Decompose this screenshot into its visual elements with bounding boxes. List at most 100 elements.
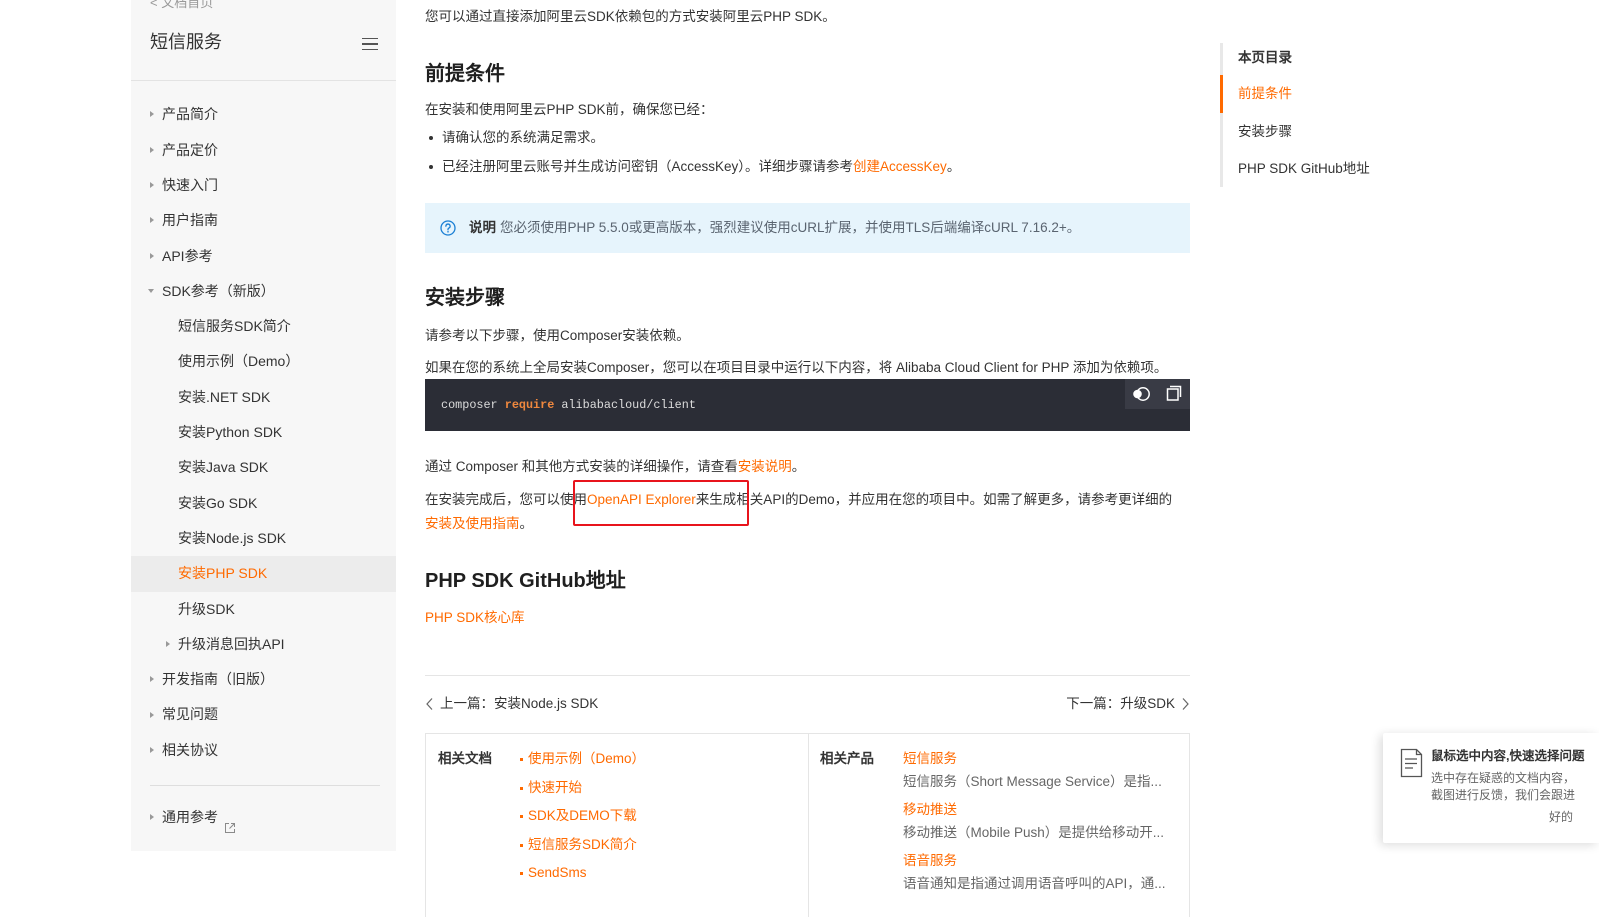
- bullet-dot: [429, 165, 433, 169]
- sidebar-item-go-sdk[interactable]: 安装Go SDK: [131, 486, 396, 521]
- sidebar-item-label: 快速入门: [162, 176, 218, 193]
- related-doc-link[interactable]: 短信服务SDK简介: [520, 835, 800, 855]
- related-product-desc: 短信服务（Short Message Service）是指...: [903, 774, 1162, 789]
- related-products-label: 相关产品: [820, 751, 874, 766]
- sidebar-item-general-reference[interactable]: 通用参考: [131, 800, 396, 835]
- sidebar-item-java-sdk[interactable]: 安装Java SDK: [131, 450, 396, 485]
- install-details-paragraph: 通过 Composer 和其他方式安装的详细操作，请查看安装说明。: [425, 457, 1190, 477]
- install-paragraph: 如果在您的系统上全局安装Composer，您可以在项目目录中运行以下内容，将 A…: [425, 360, 1168, 375]
- sidebar-item-pricing[interactable]: 产品定价: [131, 133, 396, 168]
- sidebar-item-api-reference[interactable]: API参考: [131, 239, 396, 274]
- question-circle-icon: [440, 220, 456, 236]
- paragraph-line: 安装及使用指南。: [425, 512, 1190, 536]
- github-link-line: PHP SDK核心库: [425, 608, 725, 628]
- toc-item-github[interactable]: PHP SDK GitHub地址: [1238, 159, 1438, 179]
- intro-paragraph: 您可以通过直接添加阿里云SDK依赖包的方式安装阿里云PHP SDK。: [425, 9, 836, 24]
- sidebar-item-dotnet-sdk[interactable]: 安装.NET SDK: [131, 380, 396, 415]
- prev-page-link[interactable]: 上一篇：安装Node.js SDK: [425, 694, 598, 714]
- caret-right-icon: [150, 746, 154, 753]
- sidebar-item-python-sdk[interactable]: 安装Python SDK: [131, 415, 396, 450]
- sidebar-item-label: 通用参考: [162, 809, 218, 826]
- square-bullet-icon: [520, 758, 523, 761]
- article: 您可以通过直接添加阿里云SDK依赖包的方式安装阿里云PHP SDK。 前提条件 …: [425, 0, 1190, 917]
- sidebar-item-demo[interactable]: 使用示例（Demo）: [131, 344, 396, 379]
- sidebar-item-label: 用户指南: [162, 212, 218, 229]
- next-page-link[interactable]: 下一篇：升级SDK: [1066, 694, 1190, 714]
- sidebar-item-label: 产品简介: [162, 106, 218, 123]
- sidebar-item-faq[interactable]: 常见问题: [131, 697, 396, 732]
- related-docs-label: 相关文档: [438, 751, 492, 766]
- sidebar-item-label: 安装.NET SDK: [178, 388, 271, 405]
- highlight-annotation: [573, 480, 749, 526]
- feedback-popup: 鼠标选中内容,快速选择问题 选中存在疑惑的文档内容， 截图进行反馈，我们会跟进 …: [1383, 733, 1599, 843]
- related-doc-link[interactable]: 快速开始: [520, 778, 800, 798]
- sidebar-item-agreements[interactable]: 相关协议: [131, 733, 396, 768]
- chevron-left-icon: [425, 697, 440, 711]
- paragraph-text: 。: [519, 516, 534, 531]
- sidebar-divider: [150, 785, 380, 786]
- sidebar-title: 短信服务: [150, 32, 222, 52]
- caret-right-icon: [150, 146, 154, 153]
- sidebar-item-product-intro[interactable]: 产品简介: [131, 97, 396, 132]
- square-bullet-icon: [520, 786, 523, 790]
- sidebar-item-sdk-reference-new[interactable]: SDK参考（新版）: [131, 274, 396, 309]
- paragraph-text: 在安装完成后，您可以使用: [425, 492, 587, 507]
- note-box: 说明 您必须使用PHP 5.5.0或更高版本，强烈建议使用cURL扩展，并使用TL…: [425, 203, 1190, 253]
- code-argument: alibabacloud/client: [561, 398, 696, 412]
- caret-right-icon: [150, 217, 154, 224]
- related-doc-link[interactable]: SendSms: [520, 863, 800, 883]
- caret-right-icon: [150, 252, 154, 259]
- toc-item-install-steps[interactable]: 安装步骤: [1238, 122, 1438, 142]
- related-product-link[interactable]: 短信服务: [903, 749, 1173, 769]
- code-keyword: require: [504, 398, 555, 412]
- caret-right-icon: [166, 640, 170, 647]
- caret-right-icon: [150, 814, 154, 821]
- install-instructions-link[interactable]: 安装说明: [738, 459, 792, 474]
- code-block: composer require alibabacloud/client: [425, 379, 1190, 431]
- toc-rail: [1220, 43, 1223, 187]
- feedback-ok-button[interactable]: 好的: [1549, 808, 1599, 826]
- toc-title: 本页目录: [1238, 50, 1292, 65]
- code-line[interactable]: composer require alibabacloud/client: [441, 395, 696, 415]
- prereq-lead: 在安装和使用阿里云PHP SDK前，确保您已经：: [425, 102, 714, 117]
- sidebar-item-dev-guide-legacy[interactable]: 开发指南（旧版）: [131, 662, 396, 697]
- sidebar-divider: [131, 80, 396, 81]
- caret-right-icon: [150, 182, 154, 189]
- related-product-link[interactable]: 移动推送: [903, 800, 1173, 820]
- install-usage-guide-link[interactable]: 安装及使用指南: [425, 516, 520, 531]
- square-bullet-icon: [520, 872, 523, 875]
- paragraph-text: 来生成相关API的Demo，并应用在您的项目中。如需了解更多，请参考更详细的: [695, 492, 1173, 507]
- sidebar-item-php-sdk[interactable]: 安装PHP SDK: [131, 556, 396, 592]
- sidebar-item-user-guide[interactable]: 用户指南: [131, 203, 396, 238]
- sidebar-item-quick-start[interactable]: 快速入门: [131, 168, 396, 203]
- back-to-docs-link[interactable]: < 文档首页: [150, 0, 213, 13]
- hamburger-icon[interactable]: [362, 36, 380, 51]
- sidebar-item-label: 短信服务SDK简介: [178, 318, 291, 335]
- related-product-link[interactable]: 语音服务: [903, 851, 1173, 871]
- prereq-bullet: 已经注册阿里云账号并生成访问密钥（AccessKey）。详细步骤请参考创建Acc…: [425, 157, 1190, 177]
- heading-prerequisites: 前提条件: [425, 63, 505, 85]
- toc-item-prerequisites[interactable]: 前提条件: [1238, 84, 1438, 104]
- toc-active-indicator: [1220, 75, 1223, 113]
- prev-page-label: 上一篇：安装Node.js SDK: [440, 696, 599, 711]
- openapi-paragraph: 在安装完成后，您可以使用OpenAPI Explorer来生成相关API的Dem…: [425, 488, 1190, 536]
- install-paragraph: 请参考以下步骤，使用Composer安装依赖。: [425, 328, 690, 343]
- prereq-bullet-text: 已经注册阿里云账号并生成访问密钥（AccessKey）。详细步骤请参考: [442, 159, 854, 174]
- sidebar-menu: 产品简介 产品定价 快速入门 用户指南 API参考 SDK参考（新版） 短信服务…: [131, 97, 396, 768]
- note-text: 说明 您必须使用PHP 5.5.0或更高版本，强烈建议使用cURL扩展，并使用TL…: [469, 218, 1080, 238]
- external-link-icon[interactable]: [224, 812, 236, 833]
- copy-icon[interactable]: [1166, 385, 1182, 402]
- related-doc-link[interactable]: 使用示例（Demo）: [520, 749, 800, 769]
- sidebar-item-upgrade-receipt-api[interactable]: 升级消息回执API: [131, 627, 396, 662]
- sidebar-item-upgrade-sdk[interactable]: 升级SDK: [131, 592, 396, 627]
- theme-toggle-icon[interactable]: [1131, 385, 1151, 403]
- related-doc-link[interactable]: SDK及DEMO下载: [520, 806, 800, 826]
- note-label: 说明: [469, 220, 496, 235]
- heading-github: PHP SDK GitHub地址: [425, 570, 626, 592]
- sidebar-item-label: 使用示例（Demo）: [178, 353, 300, 370]
- sidebar-item-nodejs-sdk[interactable]: 安装Node.js SDK: [131, 521, 396, 556]
- php-sdk-core-link[interactable]: PHP SDK核心库: [425, 610, 525, 625]
- create-accesskey-link[interactable]: 创建AccessKey: [853, 159, 947, 174]
- feedback-text: 选中存在疑惑的文档内容，: [1431, 771, 1576, 785]
- sidebar-item-sdk-intro[interactable]: 短信服务SDK简介: [131, 309, 396, 344]
